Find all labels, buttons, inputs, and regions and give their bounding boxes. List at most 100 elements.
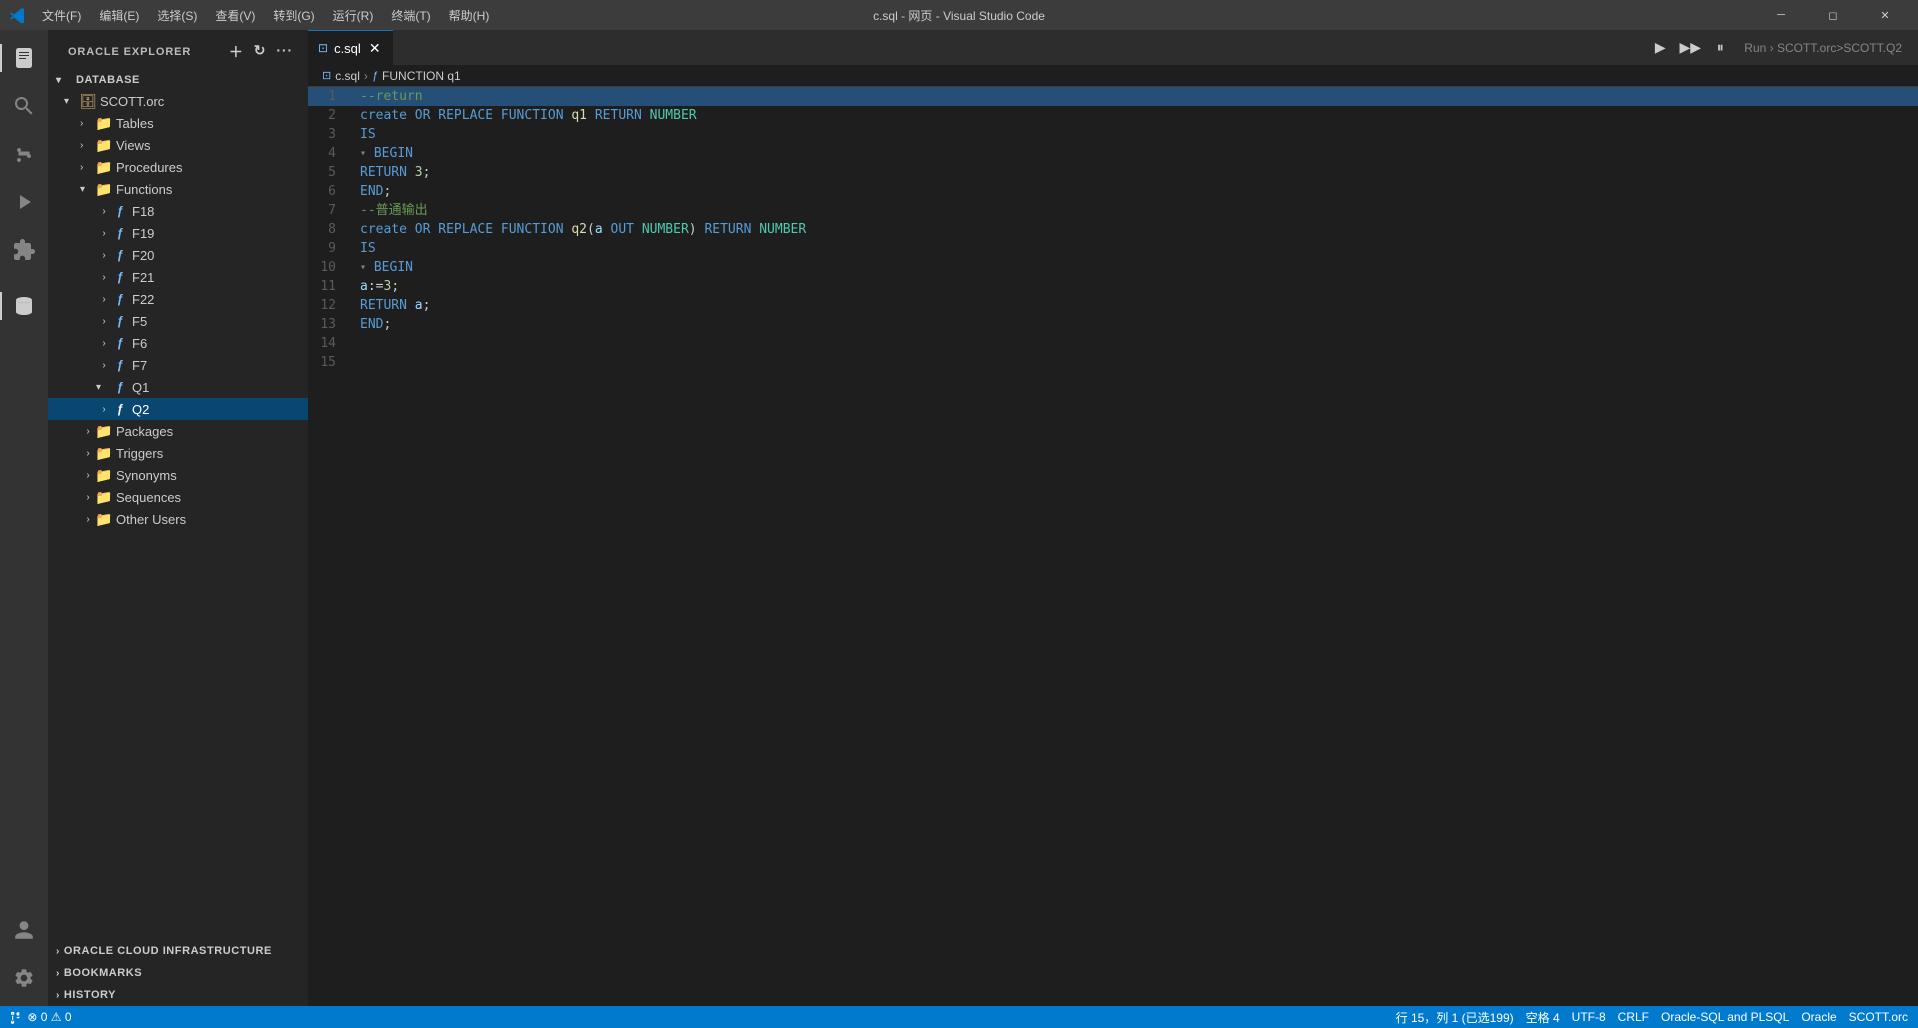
language-mode-status[interactable]: Oracle-SQL and PLSQL bbox=[1661, 1010, 1789, 1024]
code-line-6: 6 END; bbox=[308, 182, 1918, 201]
activity-extensions[interactable] bbox=[0, 226, 48, 274]
editor-area[interactable]: 1 --return 2 create OR REPLACE FUNCTION … bbox=[308, 87, 1918, 1006]
func-q2-item[interactable]: › ƒ Q2 bbox=[48, 398, 308, 420]
activity-source-control[interactable] bbox=[0, 130, 48, 178]
triggers-item[interactable]: › 📁 Triggers bbox=[48, 442, 308, 464]
status-left: ⊗ 0 ⚠ 0 bbox=[10, 1010, 72, 1024]
other-users-folder-icon: 📁 bbox=[96, 511, 112, 527]
run-all-button[interactable]: ▶▶ bbox=[1676, 34, 1704, 62]
func-f22-item[interactable]: › ƒ F22 bbox=[48, 288, 308, 310]
run-button[interactable]: ▶ bbox=[1646, 34, 1674, 62]
q2-chevron-icon: › bbox=[96, 404, 112, 415]
packages-item[interactable]: › 📁 Packages bbox=[48, 420, 308, 442]
code-line-4: 4 ▾ BEGIN bbox=[308, 144, 1918, 163]
f19-func-icon: ƒ bbox=[112, 225, 128, 241]
code-line-10: 10 ▾ BEGIN bbox=[308, 258, 1918, 277]
func-f6-item[interactable]: › ƒ F6 bbox=[48, 332, 308, 354]
menu-edit[interactable]: 编辑(E) bbox=[91, 5, 147, 26]
menu-goto[interactable]: 转到(G) bbox=[265, 5, 322, 26]
code-editor[interactable]: 1 --return 2 create OR REPLACE FUNCTION … bbox=[308, 87, 1918, 1006]
cursor-position-status[interactable]: 行 15，列 1 (已选199) bbox=[1396, 1009, 1514, 1026]
sidebar-header-actions[interactable]: ＋ ↻ ··· bbox=[226, 40, 296, 64]
f22-chevron-icon: › bbox=[96, 294, 112, 305]
bookmarks-section[interactable]: › BOOKMARKS bbox=[48, 962, 308, 984]
menu-selection[interactable]: 选择(S) bbox=[149, 5, 205, 26]
other-users-item[interactable]: › 📁 Other Users bbox=[48, 508, 308, 530]
f5-func-icon: ƒ bbox=[112, 313, 128, 329]
titlebar-left: 文件(F) 编辑(E) 选择(S) 查看(V) 转到(G) 运行(R) 终端(T… bbox=[10, 5, 497, 26]
refresh-button[interactable]: ↻ bbox=[251, 40, 270, 64]
status-bar: ⊗ 0 ⚠ 0 行 15，列 1 (已选199) 空格 4 UTF-8 CRLF… bbox=[0, 1006, 1918, 1028]
menu-file[interactable]: 文件(F) bbox=[34, 5, 89, 26]
f18-label: F18 bbox=[132, 204, 154, 219]
func-f20-item[interactable]: › ƒ F20 bbox=[48, 244, 308, 266]
main-layout: ORACLE EXPLORER ＋ ↻ ··· ▾ DATABASE ▾ 🗄 S… bbox=[0, 30, 1918, 1006]
activity-run-debug[interactable] bbox=[0, 178, 48, 226]
activity-explorer[interactable] bbox=[0, 34, 48, 82]
run-target-label[interactable]: Run › SCOTT.orc>SCOTT.Q2 bbox=[1736, 41, 1910, 55]
pause-button[interactable]: ⏸ bbox=[1706, 34, 1734, 62]
activity-bar bbox=[0, 30, 48, 1006]
line-ending-status[interactable]: CRLF bbox=[1618, 1010, 1649, 1024]
scott-orc-chevron-icon: ▾ bbox=[64, 96, 80, 107]
editor-toolbar: ▶ ▶▶ ⏸ Run › SCOTT.orc>SCOTT.Q2 bbox=[1638, 30, 1918, 65]
bookmarks-label: BOOKMARKS bbox=[64, 967, 142, 979]
breadcrumb-function[interactable]: ƒ FUNCTION q1 bbox=[372, 69, 461, 83]
func-f21-item[interactable]: › ƒ F21 bbox=[48, 266, 308, 288]
f6-chevron-icon: › bbox=[96, 338, 112, 349]
procedures-label: Procedures bbox=[116, 160, 182, 175]
other-users-label: Other Users bbox=[116, 512, 186, 527]
vscode-logo-icon bbox=[10, 7, 26, 23]
oracle-cloud-chevron-icon: › bbox=[56, 946, 60, 957]
tab-bar: ⊡ c.sql ✕ bbox=[308, 30, 1638, 65]
activity-search[interactable] bbox=[0, 82, 48, 130]
git-branch-status[interactable]: ⊗ 0 ⚠ 0 bbox=[10, 1010, 72, 1024]
menu-terminal[interactable]: 终端(T) bbox=[383, 5, 438, 26]
f6-label: F6 bbox=[132, 336, 147, 351]
activity-settings[interactable] bbox=[0, 954, 48, 1002]
func-f5-item[interactable]: › ƒ F5 bbox=[48, 310, 308, 332]
encoding-status[interactable]: UTF-8 bbox=[1572, 1010, 1606, 1024]
sequences-item[interactable]: › 📁 Sequences bbox=[48, 486, 308, 508]
views-item[interactable]: › 📁 Views bbox=[48, 134, 308, 156]
tables-item[interactable]: › 📁 Tables bbox=[48, 112, 308, 134]
functions-chevron-icon: ▾ bbox=[80, 184, 96, 195]
database-section-header[interactable]: ▾ DATABASE bbox=[48, 70, 308, 90]
code-line-3: 3 IS bbox=[308, 125, 1918, 144]
procedures-item[interactable]: › 📁 Procedures bbox=[48, 156, 308, 178]
scott-orc-item[interactable]: ▾ 🗄 SCOTT.orc bbox=[48, 90, 308, 112]
db-type-status[interactable]: Oracle bbox=[1801, 1010, 1836, 1024]
code-line-11: 11 a:=3; bbox=[308, 277, 1918, 296]
titlebar-menu[interactable]: 文件(F) 编辑(E) 选择(S) 查看(V) 转到(G) 运行(R) 终端(T… bbox=[34, 5, 497, 26]
breadcrumb: ⊡ c.sql › ƒ FUNCTION q1 bbox=[308, 65, 1918, 87]
window-close-button[interactable]: ✕ bbox=[1862, 0, 1908, 30]
more-actions-button[interactable]: ··· bbox=[273, 40, 296, 64]
window-restore-button[interactable]: ◻ bbox=[1810, 0, 1856, 30]
views-folder-icon: 📁 bbox=[96, 137, 112, 153]
tab-csql[interactable]: ⊡ c.sql ✕ bbox=[308, 30, 393, 65]
oracle-cloud-section[interactable]: › ORACLE CLOUD INFRASTRUCTURE bbox=[48, 940, 308, 962]
functions-item[interactable]: ▾ 📁 Functions bbox=[48, 178, 308, 200]
breadcrumb-file[interactable]: ⊡ c.sql bbox=[322, 69, 360, 83]
menu-view[interactable]: 查看(V) bbox=[207, 5, 263, 26]
func-f19-item[interactable]: › ƒ F19 bbox=[48, 222, 308, 244]
sidebar: ORACLE EXPLORER ＋ ↻ ··· ▾ DATABASE ▾ 🗄 S… bbox=[48, 30, 308, 1006]
indentation-status[interactable]: 空格 4 bbox=[1526, 1009, 1560, 1026]
func-q1-item[interactable]: ▾ ƒ Q1 bbox=[48, 376, 308, 398]
activity-account[interactable] bbox=[0, 906, 48, 954]
tab-csql-close-button[interactable]: ✕ bbox=[367, 40, 383, 56]
func-f7-item[interactable]: › ƒ F7 bbox=[48, 354, 308, 376]
f21-chevron-icon: › bbox=[96, 272, 112, 283]
menu-help[interactable]: 帮助(H) bbox=[441, 5, 498, 26]
code-line-14: 14 bbox=[308, 334, 1918, 353]
func-f18-item[interactable]: › ƒ F18 bbox=[48, 200, 308, 222]
tables-folder-icon: 📁 bbox=[96, 115, 112, 131]
synonyms-item[interactable]: › 📁 Synonyms bbox=[48, 464, 308, 486]
history-section[interactable]: › HISTORY bbox=[48, 984, 308, 1006]
activity-database[interactable] bbox=[0, 282, 48, 330]
menu-run[interactable]: 运行(R) bbox=[325, 5, 382, 26]
window-minimize-button[interactable]: ─ bbox=[1758, 0, 1804, 30]
schema-status[interactable]: SCOTT.orc bbox=[1849, 1010, 1908, 1024]
titlebar-controls[interactable]: ─ ◻ ✕ bbox=[1758, 0, 1908, 30]
new-connection-button[interactable]: ＋ bbox=[226, 40, 247, 64]
